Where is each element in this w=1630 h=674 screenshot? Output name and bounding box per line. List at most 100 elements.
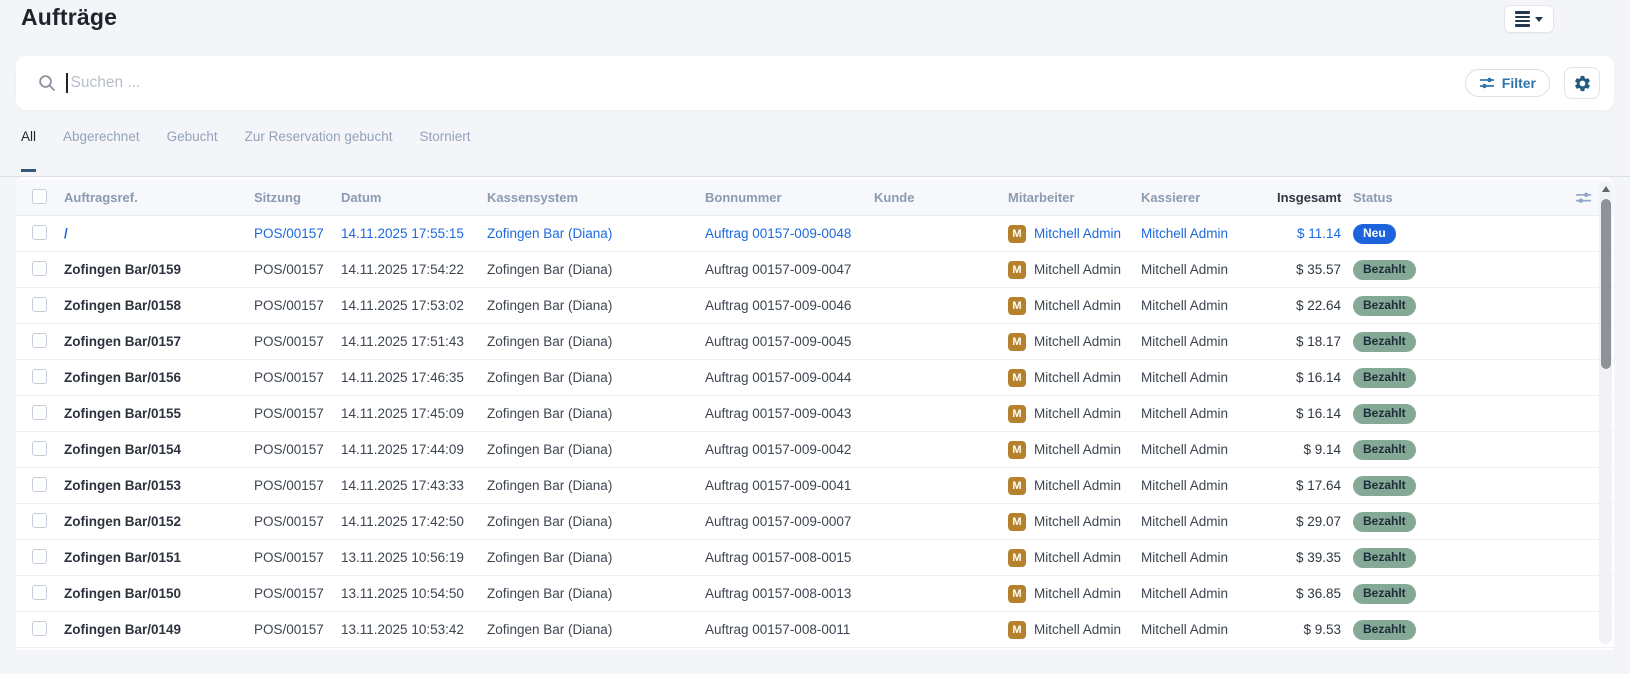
cell-sitzung: POS/00157 [254,514,341,529]
cell-datum: 14.11.2025 17:55:15 [341,226,487,241]
settings-button[interactable] [1564,67,1600,99]
column-header-insgesamt[interactable]: Insgesamt [1277,190,1341,205]
table-row[interactable]: Zofingen Bar/0159 POS/00157 14.11.2025 1… [16,252,1614,288]
column-header-datum[interactable]: Datum [341,190,487,205]
cell-insgesamt: $ 39.35 [1277,550,1341,565]
table-row[interactable]: Zofingen Bar/0157 POS/00157 14.11.2025 1… [16,324,1614,360]
cell-bonnummer: Auftrag 00157-009-0043 [705,406,874,421]
table-row[interactable]: Zofingen Bar/0155 POS/00157 14.11.2025 1… [16,396,1614,432]
cell-bonnummer: Auftrag 00157-008-0011 [705,622,874,637]
cell-mitarbeiter: M Mitchell Admin [1008,549,1141,567]
scrollbar-thumb[interactable] [1601,199,1611,369]
column-header-kassierer[interactable]: Kassierer [1141,190,1277,205]
cell-datum: 13.11.2025 10:53:42 [341,622,487,637]
mitarbeiter-name: Mitchell Admin [1034,406,1121,421]
cell-status: Bezahlt [1341,332,1483,352]
column-header-kunde[interactable]: Kunde [874,190,1008,205]
table-row[interactable]: Zofingen Bar/0152 POS/00157 14.11.2025 1… [16,504,1614,540]
column-header-kassensystem[interactable]: Kassensystem [487,190,705,205]
filter-tab[interactable]: Storniert [419,128,470,172]
cell-status: Bezahlt [1341,368,1483,388]
mitarbeiter-name: Mitchell Admin [1034,298,1121,313]
row-checkbox[interactable] [32,405,47,420]
text-cursor [66,73,68,93]
view-switcher-button[interactable] [1504,5,1554,33]
search-icon [38,74,56,92]
chevron-down-icon [1535,17,1543,22]
cell-mitarbeiter: M Mitchell Admin [1008,585,1141,603]
cell-kassierer: Mitchell Admin [1141,550,1277,565]
row-checkbox[interactable] [32,549,47,564]
filter-tab[interactable]: All [21,128,36,172]
cell-sitzung: POS/00157 [254,622,341,637]
mitarbeiter-name: Mitchell Admin [1034,370,1121,385]
filter-tab[interactable]: Gebucht [167,128,218,172]
mitarbeiter-name: Mitchell Admin [1034,586,1121,601]
scrollbar-up-arrow[interactable] [1602,186,1610,192]
cell-kassensystem: Zofingen Bar (Diana) [487,262,705,277]
cell-kassierer: Mitchell Admin [1141,226,1277,241]
cell-kassierer: Mitchell Admin [1141,298,1277,313]
cell-mitarbeiter: M Mitchell Admin [1008,621,1141,639]
cell-sitzung: POS/00157 [254,334,341,349]
cell-status: Bezahlt [1341,440,1483,460]
table-row[interactable]: Zofingen Bar/0154 POS/00157 14.11.2025 1… [16,432,1614,468]
table-row[interactable]: / POS/00157 14.11.2025 17:55:15 Zofingen… [16,216,1614,252]
cell-insgesamt: $ 9.14 [1277,442,1341,457]
cell-mitarbeiter: M Mitchell Admin [1008,333,1141,351]
status-badge: Bezahlt [1353,440,1416,460]
cell-datum: 14.11.2025 17:44:09 [341,442,487,457]
filter-tab[interactable]: Abgerechnet [63,128,140,172]
vertical-scrollbar[interactable] [1599,182,1612,644]
status-badge: Bezahlt [1353,512,1416,532]
column-header-bonnummer[interactable]: Bonnummer [705,190,874,205]
cell-status: Bezahlt [1341,296,1483,316]
row-checkbox[interactable] [32,513,47,528]
cell-insgesamt: $ 36.85 [1277,586,1341,601]
row-checkbox[interactable] [32,621,47,636]
column-header-sitzung[interactable]: Sitzung [254,190,341,205]
row-checkbox[interactable] [32,225,47,240]
cell-kassierer: Mitchell Admin [1141,586,1277,601]
filter-tab[interactable]: Zur Reservation gebucht [245,128,393,172]
cell-bonnummer: Auftrag 00157-009-0047 [705,262,874,277]
table-row[interactable]: Zofingen Bar/0151 POS/00157 13.11.2025 1… [16,540,1614,576]
table-row[interactable]: Zofingen Bar/0158 POS/00157 14.11.2025 1… [16,288,1614,324]
cell-bonnummer: Auftrag 00157-009-0042 [705,442,874,457]
table-row[interactable]: Zofingen Bar/0150 POS/00157 13.11.2025 1… [16,576,1614,612]
avatar: M [1008,261,1026,279]
column-header-status[interactable]: Status [1341,190,1483,205]
cell-kassierer: Mitchell Admin [1141,442,1277,457]
cell-datum: 14.11.2025 17:51:43 [341,334,487,349]
cell-insgesamt: $ 17.64 [1277,478,1341,493]
table-row[interactable]: Zofingen Bar/0156 POS/00157 14.11.2025 1… [16,360,1614,396]
row-checkbox[interactable] [32,297,47,312]
cell-status: Bezahlt [1341,512,1483,532]
search-input[interactable] [71,74,1465,92]
column-config-icon[interactable] [1548,190,1592,205]
table-row[interactable]: Zofingen Bar/0153 POS/00157 14.11.2025 1… [16,468,1614,504]
row-checkbox[interactable] [32,585,47,600]
select-all-checkbox[interactable] [32,189,47,204]
cell-kassierer: Mitchell Admin [1141,262,1277,277]
row-checkbox[interactable] [32,441,47,456]
column-header-auftragsref[interactable]: Auftragsref. [64,190,254,205]
column-header-mitarbeiter[interactable]: Mitarbeiter [1008,190,1141,205]
row-checkbox[interactable] [32,369,47,384]
cell-sitzung: POS/00157 [254,442,341,457]
table-row[interactable]: Zofingen Bar/0149 POS/00157 13.11.2025 1… [16,612,1614,648]
row-checkbox[interactable] [32,477,47,492]
status-badge: Neu [1353,224,1396,244]
cell-status: Bezahlt [1341,584,1483,604]
row-checkbox[interactable] [32,333,47,348]
cell-mitarbeiter: M Mitchell Admin [1008,297,1141,315]
cell-datum: 14.11.2025 17:42:50 [341,514,487,529]
row-checkbox[interactable] [32,261,47,276]
cell-auftragsref: Zofingen Bar/0158 [64,298,254,313]
avatar: M [1008,621,1026,639]
avatar: M [1008,297,1026,315]
cell-kassensystem: Zofingen Bar (Diana) [487,298,705,313]
cell-kassierer: Mitchell Admin [1141,406,1277,421]
cell-auftragsref: Zofingen Bar/0152 [64,514,254,529]
filter-button[interactable]: Filter [1465,69,1550,97]
